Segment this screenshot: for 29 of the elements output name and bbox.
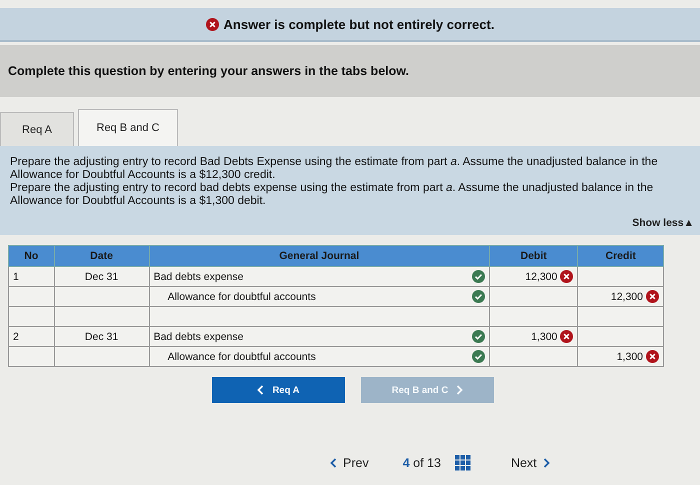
next-link[interactable]: Next: [510, 456, 550, 470]
date-text: Dec 31: [84, 270, 118, 282]
chevron-left-icon: [330, 458, 337, 468]
column-header: General Journal: [149, 246, 490, 266]
account-name[interactable]: Bad debts expense: [154, 270, 244, 282]
feedback-message: Answer is complete but not entirely correct.: [224, 16, 494, 32]
question-text: Prepare the adjusting entry to record bad debts expense using the estimate from part a. Assume the unadjusted balance in the Allowance for Doubtful Accounts is a $1,300 debit.: [10, 182, 654, 208]
previous-tab-button[interactable]: Req A: [212, 377, 345, 403]
question-text: Prepare the adjusting entry to record Bad Debts Expense using the estimate from part a. Assume the unadjusted balance in the Allowance for Doubtful Accounts is a $12,300 credit.: [10, 156, 659, 182]
tab[interactable]: Req A: [0, 112, 74, 146]
column-header: No: [8, 246, 54, 266]
chevron-left-icon: [257, 385, 264, 395]
show-less-link[interactable]: Show less▲: [632, 217, 694, 229]
prev-link[interactable]: Prev: [330, 456, 369, 470]
tab[interactable]: Req B and C: [78, 109, 178, 146]
column-header: Credit: [578, 246, 664, 266]
credit-amount[interactable]: 1,300: [616, 350, 643, 362]
chevron-right-icon: [542, 458, 550, 468]
date-text: Dec 31: [84, 330, 118, 342]
page-position: 4 of 13: [402, 456, 441, 470]
chevron-right-icon: [456, 385, 464, 395]
debit-amount[interactable]: 1,300: [531, 330, 558, 342]
column-header: Date: [54, 246, 150, 266]
instruction-text: Complete this question by entering your answers in the tabs below.: [8, 64, 409, 78]
entry-number: 1: [13, 270, 19, 282]
account-name[interactable]: Bad debts expense: [154, 330, 244, 342]
grid-icon[interactable]: [454, 455, 471, 471]
entry-number: 2: [13, 330, 19, 342]
column-header: Debit: [489, 246, 578, 266]
